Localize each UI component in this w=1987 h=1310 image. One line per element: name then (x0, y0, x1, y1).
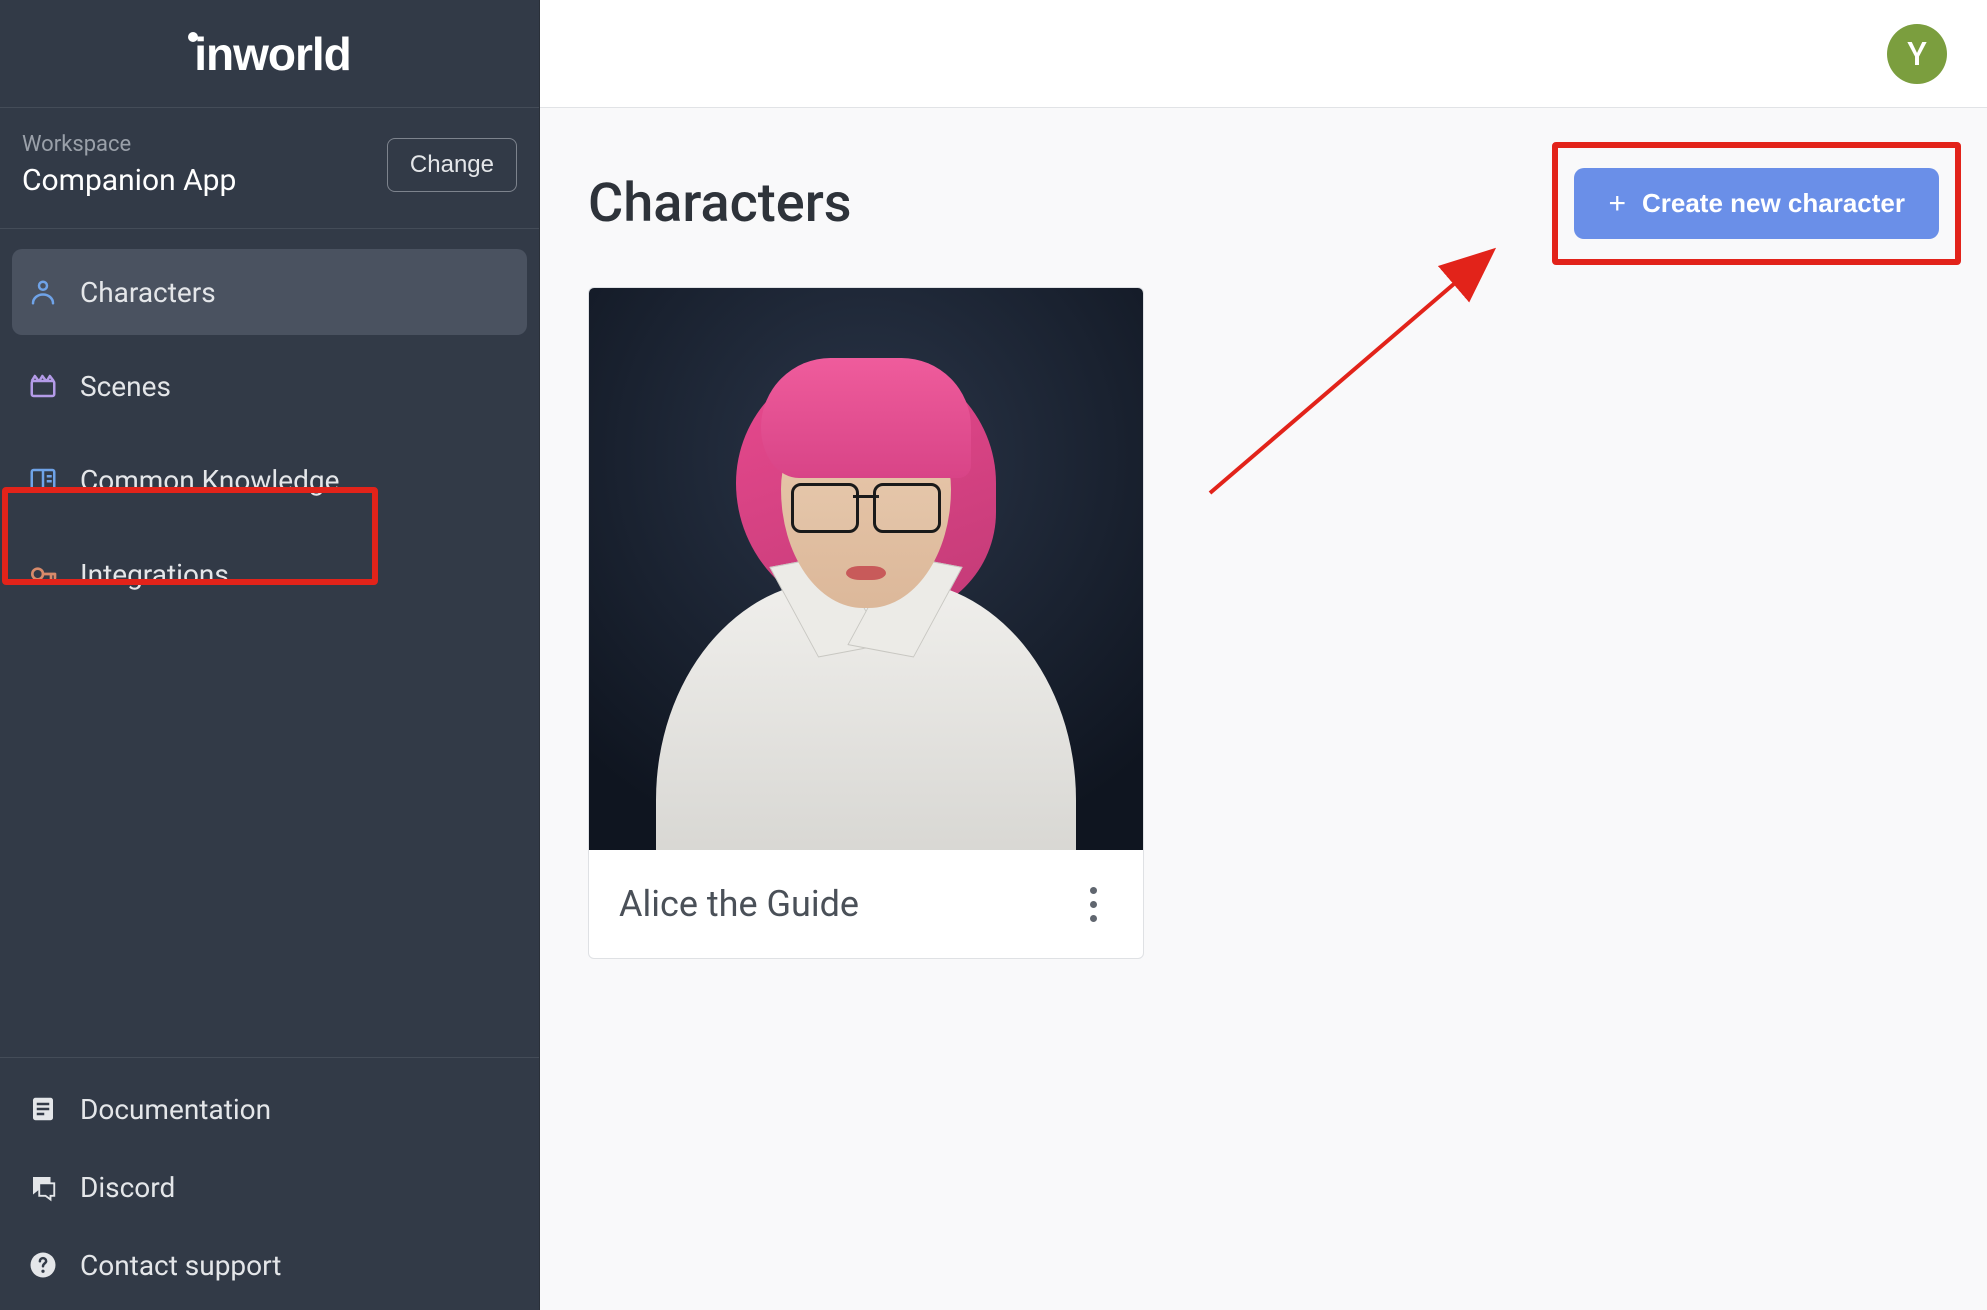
workspace-name: Companion App (22, 163, 236, 198)
topbar: Y (540, 0, 1987, 108)
user-avatar[interactable]: Y (1887, 24, 1947, 84)
workspace-info: Workspace Companion App (22, 132, 236, 198)
sidebar-item-label: Common Knowledge (80, 464, 339, 497)
character-portrait (589, 288, 1143, 850)
change-workspace-button[interactable]: Change (387, 138, 517, 192)
character-cards: Alice the Guide (588, 287, 1939, 959)
create-button-wrap: + Create new character (1574, 168, 1939, 239)
main-area: Y Characters + Create new character (540, 0, 1987, 1310)
sidebar-item-label: Characters (80, 276, 216, 309)
sidebar-nav: Characters Scenes Common Knowledge Integ… (0, 229, 539, 1057)
sidebar-item-characters[interactable]: Characters (12, 249, 527, 335)
sidebar-footer: Documentation Discord Contact support (0, 1057, 539, 1310)
footer-item-label: Contact support (80, 1249, 281, 1282)
character-card-menu-button[interactable] (1073, 880, 1113, 928)
sidebar: inworld Workspace Companion App Change C… (0, 0, 540, 1310)
footer-item-contact-support[interactable]: Contact support (12, 1226, 527, 1304)
sidebar-item-integrations[interactable]: Integrations (12, 531, 527, 617)
sidebar-item-label: Integrations (80, 558, 229, 591)
workspace-label: Workspace (22, 132, 236, 157)
sidebar-item-common-knowledge[interactable]: Common Knowledge (12, 437, 527, 523)
logo-area: inworld (0, 0, 539, 108)
content: Characters + Create new character (540, 108, 1987, 1019)
brand-text: inworld (194, 28, 351, 80)
chat-icon (26, 1170, 60, 1204)
workspace-selector: Workspace Companion App Change (0, 108, 539, 229)
footer-item-discord[interactable]: Discord (12, 1148, 527, 1226)
person-icon (26, 275, 60, 309)
character-name: Alice the Guide (619, 883, 859, 925)
key-icon (26, 557, 60, 591)
sidebar-item-scenes[interactable]: Scenes (12, 343, 527, 429)
book-icon (26, 463, 60, 497)
doc-icon (26, 1092, 60, 1126)
plus-icon: + (1608, 189, 1626, 219)
footer-item-label: Discord (80, 1171, 175, 1204)
footer-item-label: Documentation (80, 1093, 271, 1126)
create-new-character-button[interactable]: + Create new character (1574, 168, 1939, 239)
page-title: Characters (588, 172, 852, 235)
clapper-icon (26, 369, 60, 403)
sidebar-item-label: Scenes (80, 370, 171, 403)
footer-item-documentation[interactable]: Documentation (12, 1070, 527, 1148)
character-card-footer: Alice the Guide (589, 850, 1143, 958)
create-button-label: Create new character (1642, 188, 1905, 219)
page-header: Characters + Create new character (588, 168, 1939, 239)
brand-logo: inworld (188, 27, 351, 81)
character-card[interactable]: Alice the Guide (588, 287, 1144, 959)
help-icon (26, 1248, 60, 1282)
